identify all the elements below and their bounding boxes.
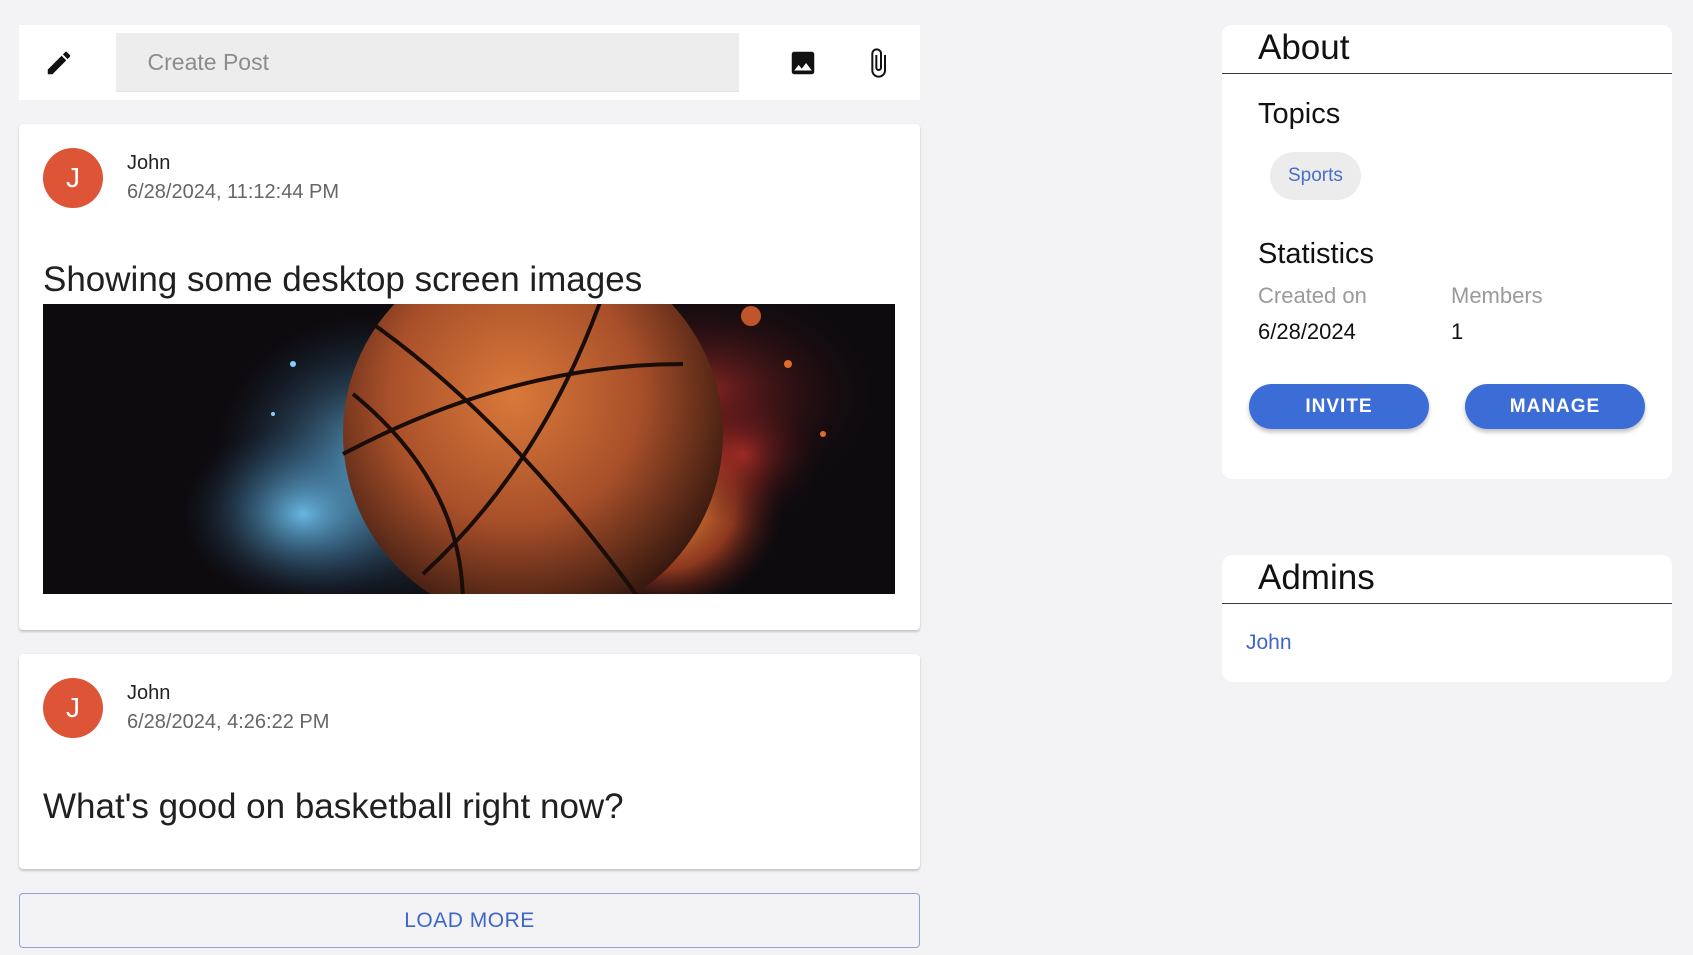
post-card[interactable]: J John 6/28/2024, 11:12:44 PM Showing so… — [19, 124, 920, 630]
stat-members: Members 1 — [1451, 281, 1644, 347]
about-actions: INVITE MANAGE — [1222, 384, 1672, 429]
load-more-button[interactable]: LOAD MORE — [19, 893, 920, 948]
avatar[interactable]: J — [43, 678, 103, 738]
created-on-label: Created on — [1258, 283, 1367, 308]
created-on-value: 6/28/2024 — [1258, 319, 1356, 344]
avatar[interactable]: J — [43, 148, 103, 208]
post-card[interactable]: J John 6/28/2024, 4:26:22 PM What's good… — [19, 654, 920, 869]
create-post-input[interactable] — [115, 33, 739, 92]
feed-column: J John 6/28/2024, 11:12:44 PM Showing so… — [19, 25, 920, 948]
statistics-grid: Created on 6/28/2024 Members 1 — [1222, 281, 1672, 347]
image-icon[interactable] — [781, 41, 825, 85]
post-timestamp: 6/28/2024, 11:12:44 PM — [127, 181, 340, 203]
topics-title: Topics — [1258, 98, 1341, 130]
post-meta: John 6/28/2024, 4:26:22 PM — [127, 679, 329, 737]
invite-button[interactable]: INVITE — [1249, 384, 1429, 429]
post-meta: John 6/28/2024, 11:12:44 PM — [127, 149, 339, 207]
post-title[interactable]: Showing some desktop screen images — [43, 260, 642, 300]
admin-link[interactable]: John — [1246, 631, 1672, 655]
members-label: Members — [1451, 283, 1543, 308]
paperclip-icon[interactable] — [857, 41, 901, 85]
community-page: J John 6/28/2024, 11:12:44 PM Showing so… — [0, 0, 1693, 955]
post-header: J John 6/28/2024, 11:12:44 PM — [43, 148, 339, 208]
post-author[interactable]: John — [127, 679, 329, 707]
manage-button[interactable]: MANAGE — [1465, 384, 1645, 429]
post-header: J John 6/28/2024, 4:26:22 PM — [43, 678, 329, 738]
about-card: About Topics Sports Statistics Created o… — [1222, 25, 1672, 479]
create-post-bar — [19, 25, 920, 100]
post-title[interactable]: What's good on basketball right now? — [43, 787, 624, 827]
basketball-image — [43, 304, 895, 594]
pencil-icon[interactable] — [39, 43, 79, 83]
members-value: 1 — [1451, 319, 1464, 344]
statistics-title: Statistics — [1258, 238, 1375, 270]
about-title: About — [1222, 25, 1672, 74]
post-author[interactable]: John — [127, 149, 339, 177]
admins-card: Admins John — [1222, 555, 1672, 682]
admins-title: Admins — [1222, 555, 1672, 604]
post-timestamp: 6/28/2024, 4:26:22 PM — [127, 711, 330, 733]
topic-chip[interactable]: Sports — [1270, 152, 1361, 200]
stat-created-on: Created on 6/28/2024 — [1258, 281, 1451, 347]
post-image[interactable] — [43, 304, 895, 594]
